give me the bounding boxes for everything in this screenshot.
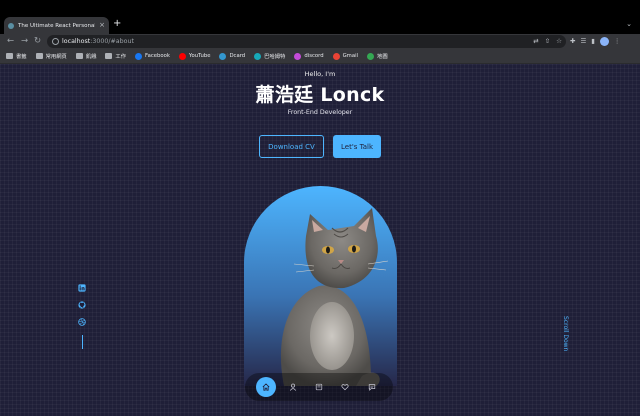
bookmark-label: 書籤	[16, 54, 27, 60]
bookmark-item[interactable]: 工作	[105, 52, 126, 60]
site-info-icon[interactable]	[52, 38, 59, 45]
share-icon[interactable]: ⇧	[545, 37, 550, 46]
bookmark-label: discord	[304, 53, 324, 59]
bahamut-icon	[254, 52, 262, 60]
bookmark-label: 地圖	[377, 54, 388, 60]
bookmark-label: 飢餓	[85, 54, 97, 60]
bookmark-item[interactable]: Facebook	[135, 52, 170, 60]
nav-contact[interactable]	[362, 377, 382, 397]
folder-icon	[105, 53, 113, 59]
gmail-icon	[332, 52, 340, 60]
bookmark-label: 工作	[115, 54, 127, 60]
dcard-icon	[219, 52, 227, 60]
discord-icon	[294, 52, 302, 60]
page-title: 蕭浩廷 Lonck	[255, 84, 385, 106]
nav-about[interactable]	[283, 377, 303, 397]
nav-experience[interactable]	[309, 377, 329, 397]
extensions-icon[interactable]: ✚	[570, 36, 575, 46]
home-icon	[262, 383, 270, 391]
message-icon	[368, 384, 375, 391]
download-cv-button[interactable]: Download CV	[259, 135, 324, 158]
dribbble-icon[interactable]	[78, 318, 86, 326]
bookmark-item[interactable]: 常用網頁	[35, 52, 67, 60]
bookmark-item[interactable]: Gmail	[332, 52, 359, 60]
user-icon	[289, 383, 296, 391]
folder-icon	[6, 53, 13, 59]
linkedin-icon[interactable]	[78, 284, 86, 292]
bookmark-item[interactable]: 地圖	[367, 52, 388, 60]
menu-icon[interactable]: ⋮	[614, 36, 621, 46]
bookmark-label: Dcard	[229, 53, 246, 59]
social-divider-line	[82, 335, 83, 349]
forward-icon[interactable]: →	[21, 36, 28, 46]
browser-toolbar: ← → ↻ localhost:3000/#about ⇄ ⇧ ☆ ✚ ☰ ▮ …	[0, 34, 640, 49]
lets-talk-button[interactable]: Let's Talk	[333, 135, 381, 158]
url-text: localhost:3000/#about	[62, 37, 134, 46]
side-panel-icon[interactable]: ▮	[591, 36, 595, 46]
social-links	[78, 284, 90, 349]
url-path: :3000/#about	[90, 38, 134, 45]
bookmark-label: YouTube	[188, 53, 211, 59]
facebook-icon	[135, 52, 143, 60]
browser-tab[interactable]: The Ultimate React Personal P ×	[4, 17, 109, 34]
tab-search-icon[interactable]: ⌄	[626, 20, 632, 28]
profile-portrait	[244, 186, 397, 386]
bookmark-item[interactable]: 巴哈姆特	[254, 52, 285, 60]
bookmark-item[interactable]: Dcard	[219, 52, 246, 60]
folder-icon	[35, 53, 43, 59]
tab-title: The Ultimate React Personal P	[18, 22, 96, 29]
bookmark-label: Facebook	[145, 53, 170, 59]
maps-icon	[367, 52, 375, 60]
services-icon	[341, 384, 349, 391]
browser-tab-bar: The Ultimate React Personal P × + ⌄	[0, 0, 640, 34]
react-favicon-icon	[8, 22, 14, 29]
bookmark-item[interactable]: 飢餓	[75, 52, 97, 60]
back-icon[interactable]: ←	[7, 36, 14, 46]
new-tab-button[interactable]: +	[113, 19, 121, 29]
bookmark-label: 常用網頁	[45, 54, 67, 60]
github-icon[interactable]	[78, 301, 86, 309]
portfolio-page: Hello, I'm 蕭浩廷 Lonck Front-End Developer…	[0, 64, 640, 416]
cat-photo	[280, 208, 389, 386]
youtube-icon	[178, 52, 186, 60]
bookmark-label: 巴哈姆特	[264, 54, 286, 60]
nav-services[interactable]	[335, 377, 355, 397]
bookmark-item[interactable]: YouTube	[178, 52, 211, 60]
reload-icon[interactable]: ↻	[34, 36, 41, 46]
address-bar[interactable]: localhost:3000/#about ⇄ ⇧ ☆	[47, 35, 566, 48]
bookmarks-bar: 書籤 常用網頁 飢餓 工作 Facebook YouTube Dcard 巴哈姆特 discor…	[0, 49, 640, 64]
greeting-text: Hello, I'm	[304, 70, 336, 78]
bookmark-star-icon[interactable]: ☆	[556, 37, 562, 46]
role-subtitle: Front-End Developer	[287, 109, 353, 116]
bottom-nav	[245, 373, 393, 401]
tab-close-icon[interactable]: ×	[99, 22, 105, 29]
profile-avatar[interactable]	[599, 36, 609, 46]
translate-icon[interactable]: ⇄	[533, 37, 538, 46]
bookmark-label: Gmail	[342, 53, 359, 59]
book-icon	[315, 383, 323, 391]
bookmark-item[interactable]: 書籤	[6, 52, 27, 60]
bookmark-item[interactable]: discord	[294, 52, 324, 60]
scroll-down-link[interactable]: Scroll Down	[549, 314, 569, 354]
folder-icon	[75, 53, 83, 59]
nav-home[interactable]	[256, 377, 277, 397]
url-host: localhost	[62, 38, 91, 45]
reading-list-icon[interactable]: ☰	[580, 36, 586, 46]
